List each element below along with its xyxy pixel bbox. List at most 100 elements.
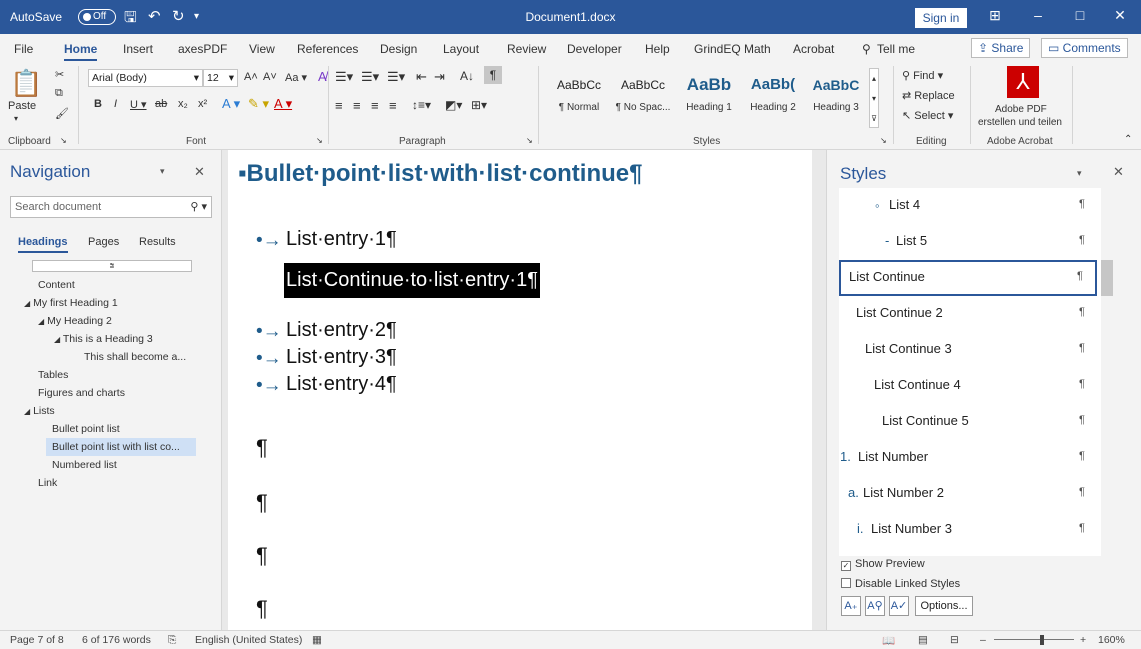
change-case-button[interactable]: Aa ▾ — [285, 71, 307, 84]
nav-item[interactable]: Numbered list — [0, 456, 210, 474]
search-icon[interactable]: ⚲ ▾ — [190, 197, 207, 217]
tab-headings[interactable]: Headings — [18, 236, 68, 253]
font-launcher-icon[interactable]: ↘ — [316, 136, 323, 145]
paste-icon[interactable]: 📋 — [10, 68, 42, 99]
bullets-icon[interactable]: ☰▾ — [335, 69, 353, 85]
comments-button[interactable]: ▭ Comments — [1041, 38, 1128, 58]
page-count[interactable]: Page 7 of 8 — [10, 634, 64, 646]
web-layout-icon[interactable]: ⊟ — [950, 634, 959, 646]
clear-formatting-icon[interactable]: A̸ — [318, 69, 327, 84]
empty-paragraph[interactable]: ¶ — [256, 543, 268, 569]
style-item-list-number[interactable]: 1. List Number ¶ — [839, 440, 1101, 476]
zoom-in-icon[interactable]: + — [1080, 634, 1086, 646]
styles-list-scrollbar[interactable] — [1101, 260, 1113, 296]
tab-results[interactable]: Results — [139, 236, 176, 248]
style-inspector-icon[interactable]: A⚲ — [865, 596, 885, 616]
tab-home[interactable]: Home — [64, 42, 98, 61]
manage-styles-icon[interactable]: A✓ — [889, 596, 909, 616]
document-heading[interactable]: ▪Bullet·point·list·with·list·continue¶ — [238, 160, 642, 188]
close-icon[interactable]: ✕ — [1108, 7, 1132, 24]
sort-icon[interactable]: A↓ — [460, 69, 474, 83]
close-icon[interactable]: ✕ — [1113, 164, 1124, 180]
nav-item[interactable]: Content — [0, 276, 210, 294]
style-item-list-continue-4[interactable]: List Continue 4 ¶ — [839, 368, 1101, 404]
adobe-pdf-sublabel[interactable]: erstellen und teilen — [978, 117, 1062, 128]
word-count[interactable]: 6 of 176 words — [82, 634, 151, 646]
align-right-icon[interactable]: ≡ — [371, 98, 379, 113]
tab-acrobat[interactable]: Acrobat — [793, 42, 834, 56]
new-style-icon[interactable]: A₊ — [841, 596, 861, 616]
nav-item[interactable]: ◢ Lists — [0, 402, 210, 420]
undo-icon[interactable]: ↶ — [148, 7, 161, 25]
pane-options-icon[interactable]: ▾ — [160, 166, 165, 177]
text-effects-icon[interactable]: A ▾ — [222, 96, 240, 112]
style-normal[interactable]: AaBbCc ¶ Normal — [546, 68, 612, 128]
clipboard-launcher-icon[interactable]: ↘ — [60, 136, 67, 145]
numbering-icon[interactable]: ☰▾ — [361, 69, 379, 85]
tab-file[interactable]: File — [14, 42, 33, 56]
superscript-icon[interactable]: x² — [198, 98, 207, 110]
styles-launcher-icon[interactable]: ↘ — [880, 136, 887, 145]
italic-icon[interactable]: I — [114, 98, 117, 110]
tab-insert[interactable]: Insert — [123, 42, 153, 56]
print-layout-icon[interactable]: ▤ — [918, 634, 928, 646]
style-item-list-continue[interactable]: List Continue ¶ — [839, 260, 1097, 296]
borders-icon[interactable]: ⊞▾ — [471, 98, 487, 112]
expand-arrow-icon[interactable]: ◢ — [54, 335, 60, 344]
font-name-combo[interactable]: Arial (Body) ▾ — [88, 69, 203, 87]
nav-item[interactable]: ◢ This is a Heading 3 — [0, 330, 210, 348]
read-mode-icon[interactable]: 📖 — [882, 634, 895, 647]
nav-item[interactable]: This shall become a... — [0, 348, 210, 366]
style-no-spacing[interactable]: AaBbCc ¶ No Spac... — [610, 68, 676, 128]
expand-arrow-icon[interactable]: ◢ — [24, 407, 30, 416]
show-formatting-marks-icon[interactable]: ¶ — [484, 66, 502, 84]
nav-item[interactable]: ◢ My Heading 2 — [0, 312, 210, 330]
highlight-icon[interactable]: ✎ ▾ — [248, 96, 269, 112]
format-painter-icon[interactable]: 🖌 — [55, 107, 69, 120]
nav-item[interactable]: Link — [0, 474, 210, 492]
adobe-pdf-label[interactable]: Adobe PDF — [995, 104, 1047, 115]
language[interactable]: English (United States) — [195, 634, 302, 646]
tab-help[interactable]: Help — [645, 42, 670, 56]
select-button[interactable]: ↖ Select ▾ — [902, 109, 953, 122]
autosave-toggle[interactable]: Off — [78, 9, 116, 25]
list-entry[interactable]: List·entry·4¶ — [286, 373, 397, 396]
style-heading-2[interactable]: AaBb( Heading 2 — [740, 68, 806, 128]
search-input[interactable]: Search document ⚲ ▾ — [10, 196, 212, 218]
style-item-list-continue-2[interactable]: List Continue 2 ¶ — [839, 296, 1101, 332]
expand-arrow-icon[interactable]: ◢ — [38, 317, 44, 326]
font-size-combo[interactable]: 12 ▾ — [203, 69, 238, 87]
empty-paragraph[interactable]: ¶ — [256, 596, 268, 622]
collapse-ribbon-icon[interactable]: ⌃ — [1124, 134, 1132, 145]
accessibility-icon[interactable]: ▦ — [312, 634, 322, 646]
empty-paragraph[interactable]: ¶ — [256, 490, 268, 516]
tab-design[interactable]: Design — [380, 42, 417, 56]
style-item-list-continue-3[interactable]: List Continue 3 ¶ — [839, 332, 1101, 368]
style-heading-1[interactable]: AaBb Heading 1 — [676, 68, 742, 128]
tab-review[interactable]: Review — [507, 42, 546, 56]
list-continue-selected[interactable]: List·Continue·to·list·entry·1¶ — [284, 263, 540, 298]
replace-button[interactable]: ⇄ Replace — [902, 89, 955, 102]
multilevel-list-icon[interactable]: ☰▾ — [387, 69, 405, 85]
maximize-icon[interactable]: □ — [1068, 7, 1092, 23]
ribbon-display-options-icon[interactable]: ⊞ — [983, 7, 1007, 24]
options-button[interactable]: Options... — [915, 596, 973, 616]
copy-icon[interactable]: ⧉ — [55, 87, 63, 100]
grow-font-icon[interactable]: A˄ — [244, 71, 258, 83]
align-center-icon[interactable]: ≡ — [353, 98, 361, 113]
tab-axespdf[interactable]: axesPDF — [178, 42, 227, 56]
underline-icon[interactable]: U ▾ — [130, 98, 147, 111]
tell-me-icon[interactable]: ⚲ — [862, 42, 871, 56]
style-item-list-4[interactable]: ◦ List 4 ¶ — [839, 188, 1101, 224]
style-item-list-number-2[interactable]: a. List Number 2 ¶ — [839, 476, 1101, 512]
font-color-icon[interactable]: A ▾ — [274, 96, 292, 112]
zoom-slider-thumb[interactable] — [1040, 635, 1044, 645]
empty-paragraph[interactable]: ¶ — [256, 435, 268, 461]
nav-item[interactable]: Tables — [0, 366, 210, 384]
paste-label[interactable]: Paste — [8, 100, 36, 112]
justify-icon[interactable]: ≡ — [389, 98, 397, 113]
style-heading-3[interactable]: AaBbC Heading 3 — [805, 68, 867, 128]
list-entry[interactable]: List·entry·3¶ — [286, 346, 397, 369]
list-entry[interactable]: List·entry·2¶ — [286, 319, 397, 342]
nav-item[interactable]: Bullet point list — [0, 420, 210, 438]
